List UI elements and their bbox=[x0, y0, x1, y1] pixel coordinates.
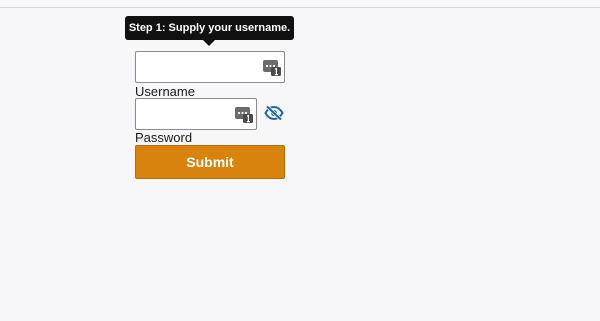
step-tooltip: Step 1: Supply your username. bbox=[125, 16, 294, 40]
password-field-container bbox=[135, 98, 257, 130]
username-input[interactable] bbox=[136, 52, 284, 82]
eye-slash-icon[interactable] bbox=[264, 105, 284, 121]
submit-button[interactable]: Submit bbox=[135, 145, 285, 179]
tooltip-arrow bbox=[203, 40, 215, 46]
password-manager-icon[interactable] bbox=[263, 59, 281, 76]
username-label: Username bbox=[135, 84, 195, 99]
password-manager-icon[interactable] bbox=[235, 106, 253, 123]
username-field-container bbox=[135, 51, 285, 83]
password-label: Password bbox=[135, 130, 193, 145]
top-divider bbox=[0, 7, 600, 8]
